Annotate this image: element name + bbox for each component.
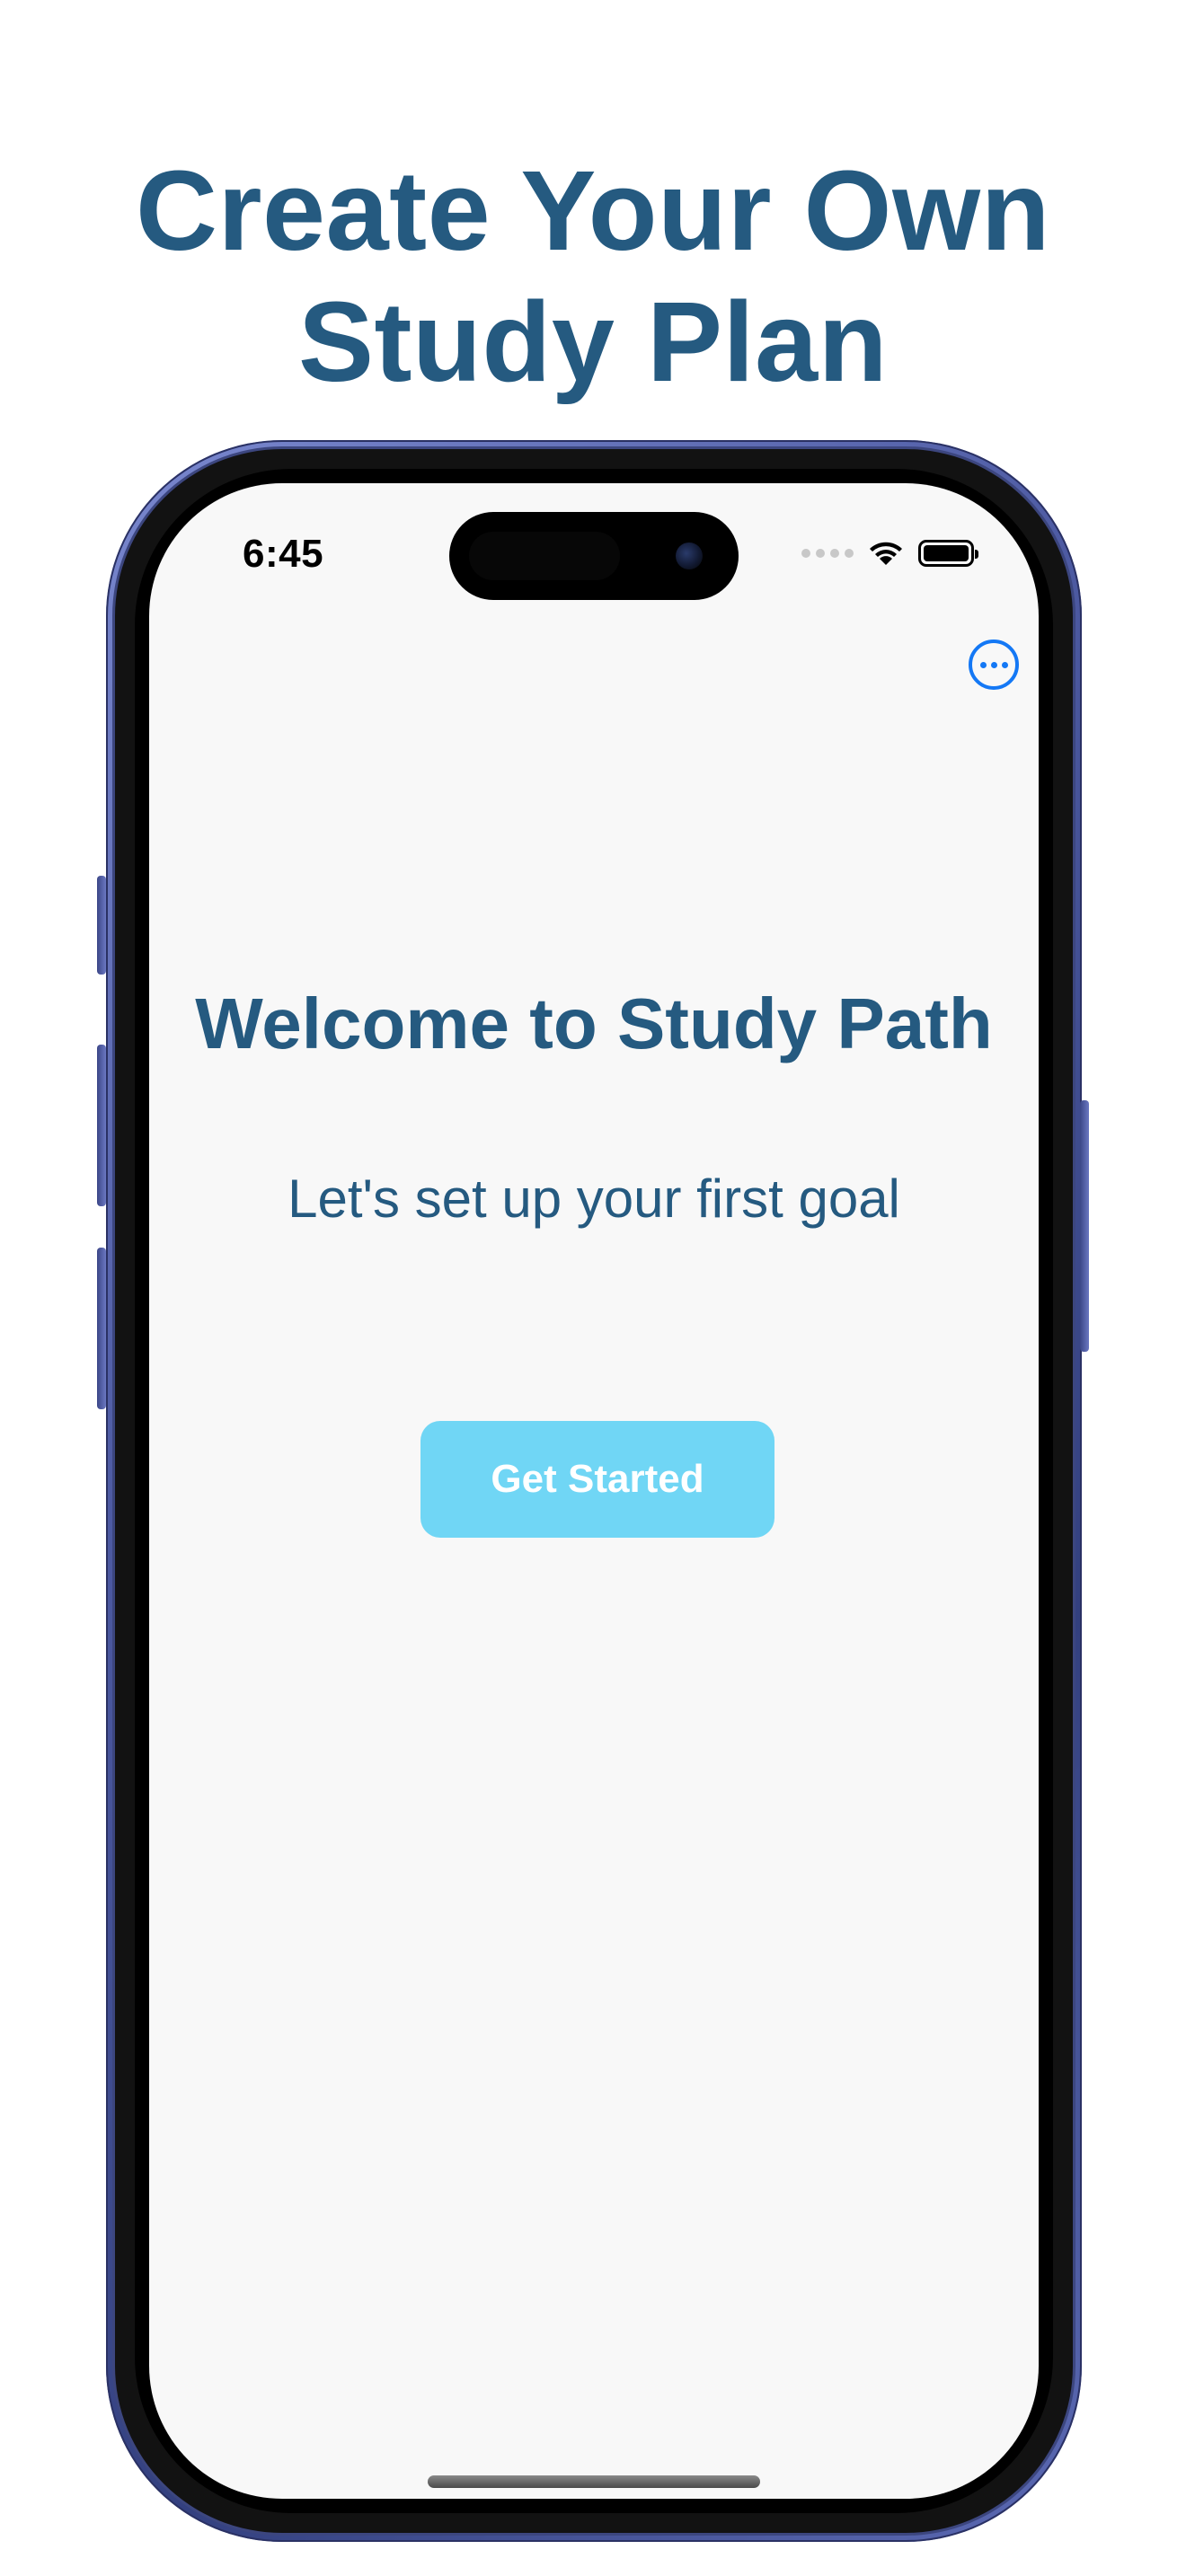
home-indicator[interactable] xyxy=(428,2475,760,2488)
more-options-button[interactable] xyxy=(969,640,1019,690)
action-button xyxy=(97,876,106,975)
ellipsis-circle-icon xyxy=(979,661,987,668)
cellular-signal-icon xyxy=(801,549,854,558)
side-power-button xyxy=(1080,1100,1089,1352)
dynamic-island xyxy=(449,512,739,600)
ellipsis-dot xyxy=(990,661,997,668)
volume-down-button xyxy=(97,1248,106,1409)
phone-screen: 6:45 Welcome to Study Path Let's set up … xyxy=(149,483,1039,2499)
ellipsis-dot xyxy=(1001,661,1008,668)
status-bar-time: 6:45 xyxy=(243,532,324,576)
status-bar-icons xyxy=(801,535,978,571)
marketing-headline: Create Your Own Study Plan xyxy=(0,146,1186,408)
headline-line-2: Study Plan xyxy=(297,278,889,406)
get-started-button[interactable]: Get Started xyxy=(420,1421,774,1538)
front-camera-icon xyxy=(676,543,703,569)
welcome-title: Welcome to Study Path xyxy=(195,984,993,1063)
wifi-icon xyxy=(868,540,904,567)
welcome-subtitle: Let's set up your first goal xyxy=(288,1169,900,1229)
island-sensor xyxy=(469,532,620,580)
volume-up-button xyxy=(97,1045,106,1206)
battery-icon xyxy=(918,540,978,567)
headline-line-1: Create Your Own xyxy=(135,147,1051,275)
